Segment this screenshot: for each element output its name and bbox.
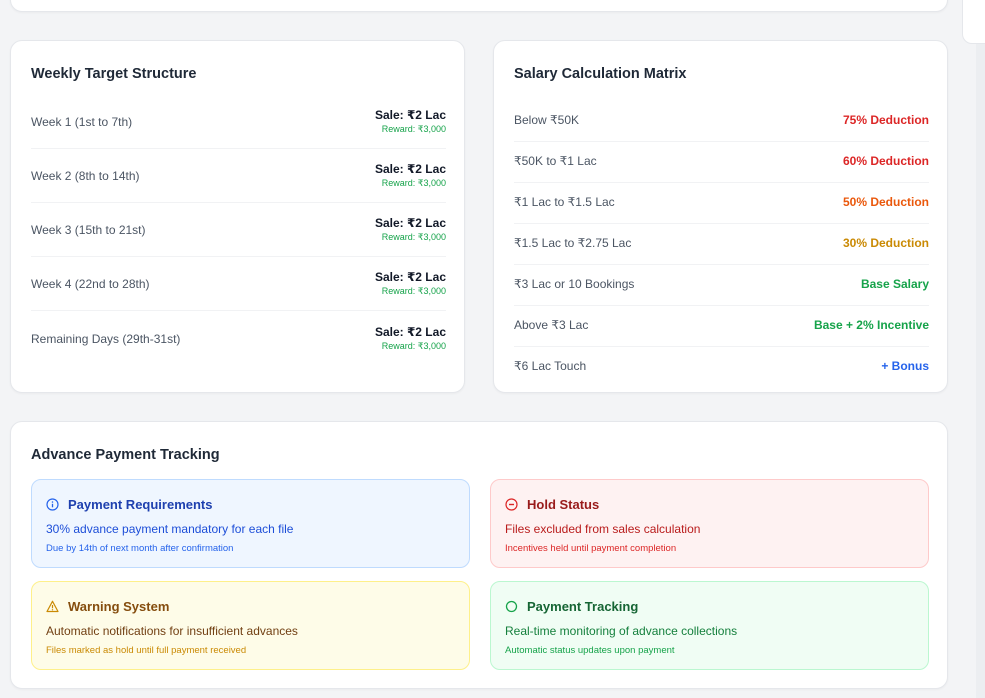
box-title: Payment Requirements [68,497,213,512]
salary-outcome: Base + 2% Incentive [813,318,929,332]
week-label: Week 2 (8th to 14th) [31,169,140,183]
box-title: Warning System [68,599,170,614]
week-reward: Reward: ₹3,000 [381,124,446,134]
circle-icon [505,600,518,613]
warning-system-box: Warning System Automatic notifications f… [31,581,470,670]
salary-row: Above ₹3 Lac Base + 2% Incentive [514,306,929,347]
salary-outcome: 60% Deduction [842,154,929,168]
salary-row: Below ₹50K 75% Deduction [514,101,929,142]
week-reward: Reward: ₹3,000 [381,286,446,296]
week-reward: Reward: ₹3,000 [381,341,446,351]
hold-status-box: Hold Status Files excluded from sales ca… [490,479,929,568]
weekly-target-card: Weekly Target Structure Week 1 (1st to 7… [10,40,465,393]
week-row: Week 4 (22nd to 28th) Sale: ₹2 Lac Rewar… [31,257,446,311]
salary-outcome: Base Salary [860,277,929,291]
salary-row: ₹1.5 Lac to ₹2.75 Lac 30% Deduction [514,224,929,265]
week-row: Week 3 (15th to 21st) Sale: ₹2 Lac Rewar… [31,203,446,257]
salary-outcome: 30% Deduction [842,236,929,250]
salary-range-label: ₹50K to ₹1 Lac [514,154,597,168]
week-reward: Reward: ₹3,000 [381,178,446,188]
box-note: Incentives held until payment completion [505,543,677,554]
box-description: 30% advance payment mandatory for each f… [46,522,294,536]
salary-outcome: + Bonus [881,359,929,373]
week-label: Week 1 (1st to 7th) [31,115,133,129]
week-row: Remaining Days (29th-31st) Sale: ₹2 Lac … [31,312,446,366]
salary-outcome: 75% Deduction [842,113,929,127]
weekly-target-title: Weekly Target Structure [31,66,197,82]
box-description: Real-time monitoring of advance collecti… [505,624,738,638]
previous-card [10,0,948,12]
box-note: Files marked as hold until full payment … [46,645,247,656]
salary-row: ₹1 Lac to ₹1.5 Lac 50% Deduction [514,183,929,224]
week-sale: Sale: ₹2 Lac [374,108,446,122]
payment-tracking-box: Payment Tracking Real-time monitoring of… [490,581,929,670]
hold-icon [505,498,518,511]
week-label: Week 4 (22nd to 28th) [31,277,150,291]
box-description: Automatic notifications for insufficient… [46,624,298,638]
payment-requirements-box: Payment Requirements 30% advance payment… [31,479,470,568]
salary-range-label: Above ₹3 Lac [514,318,589,332]
salary-row: ₹3 Lac or 10 Bookings Base Salary [514,265,929,306]
salary-range-label: ₹1 Lac to ₹1.5 Lac [514,195,615,209]
week-label: Remaining Days (29th-31st) [31,332,181,346]
salary-matrix-card: Salary Calculation Matrix Below ₹50K 75%… [493,40,948,393]
week-sale: Sale: ₹2 Lac [374,325,446,339]
box-title: Hold Status [527,497,600,512]
advance-payment-title: Advance Payment Tracking [31,447,220,463]
box-description: Files excluded from sales calculation [505,522,701,536]
salary-outcome: 50% Deduction [842,195,929,209]
warning-icon [46,600,59,613]
box-note: Due by 14th of next month after confirma… [46,543,234,554]
week-row: Week 2 (8th to 14th) Sale: ₹2 Lac Reward… [31,149,446,203]
salary-row: ₹50K to ₹1 Lac 60% Deduction [514,142,929,183]
box-note: Automatic status updates upon payment [505,645,675,656]
salary-matrix-title: Salary Calculation Matrix [514,66,687,82]
week-sale: Sale: ₹2 Lac [374,270,446,284]
salary-range-label: ₹1.5 Lac to ₹2.75 Lac [514,236,632,250]
week-reward: Reward: ₹3,000 [381,232,446,242]
week-row: Week 1 (1st to 7th) Sale: ₹2 Lac Reward:… [31,95,446,149]
week-label: Week 3 (15th to 21st) [31,223,146,237]
salary-range-label: ₹6 Lac Touch [514,359,587,373]
salary-range-label: Below ₹50K [514,113,580,127]
salary-range-label: ₹3 Lac or 10 Bookings [514,277,635,291]
week-sale: Sale: ₹2 Lac [374,162,446,176]
advance-payment-card: Advance Payment Tracking Payment Require… [10,421,948,689]
week-sale: Sale: ₹2 Lac [374,216,446,230]
info-icon [46,498,59,511]
box-title: Payment Tracking [527,599,639,614]
floating-panel-edge [962,0,985,44]
salary-row: ₹6 Lac Touch + Bonus [514,347,929,388]
scrollbar[interactable] [976,0,985,698]
